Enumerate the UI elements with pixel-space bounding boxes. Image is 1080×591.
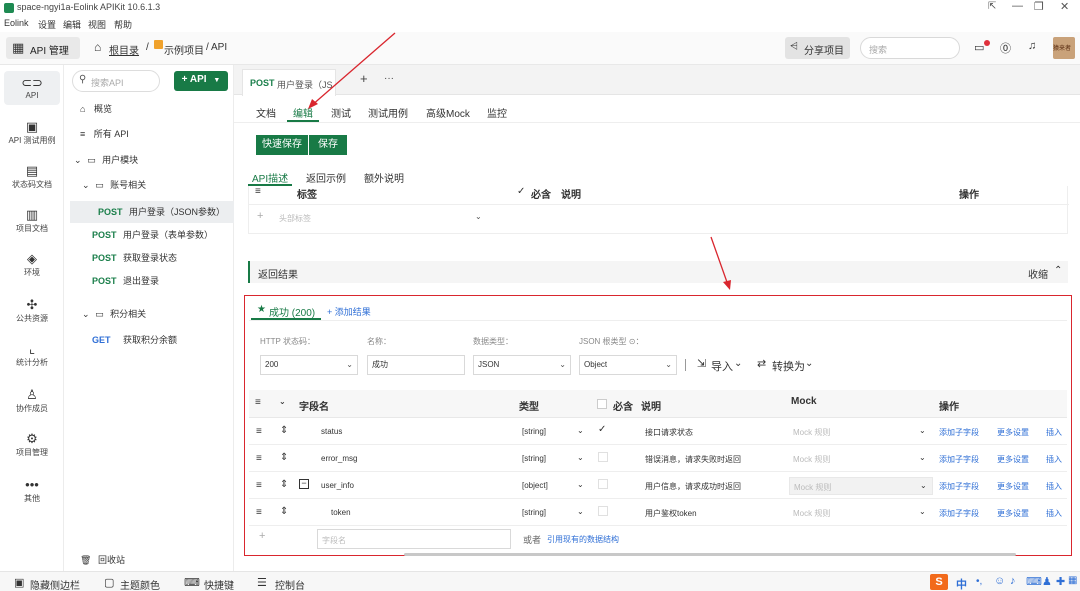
sidebar-toggle-icon[interactable]: ▣ [14, 576, 24, 589]
theme-icon: ▢ [104, 577, 115, 589]
shortcut-button[interactable]: 快捷键 [204, 577, 234, 591]
user-icon[interactable]: ♟ [1042, 575, 1052, 588]
keyboard-icon: ⌨ [184, 577, 200, 589]
ime-punct-icon[interactable]: •, [976, 576, 982, 587]
theme-color-button[interactable]: 主题颜色 [120, 577, 160, 591]
status-bar: ▣ 隐藏侧边栏 ▢ 主题颜色 ⌨ 快捷键 ☰ 控制台 S 中 •, ☺ ♪ ⌨ … [0, 571, 1080, 591]
skin-icon[interactable]: ✚ [1056, 575, 1065, 588]
ime-logo-icon: S [930, 574, 948, 590]
annotation-arrow-response [710, 236, 731, 290]
mic-icon[interactable]: ♪ [1010, 575, 1016, 587]
emoji-icon[interactable]: ☺ [994, 575, 1005, 587]
annotation-arrows [308, 32, 731, 290]
console-button[interactable]: 控制台 [275, 577, 305, 591]
annotation-arrow-edit [308, 32, 396, 109]
hide-sidebar-button[interactable]: 隐藏侧边栏 [30, 577, 80, 591]
app-window: space-ngyi1a-Eolink APIKit 10.6.1.3 ⇱ — … [0, 0, 1080, 591]
console-icon: ☰ [257, 577, 267, 589]
ime-language[interactable]: 中 [956, 576, 967, 591]
grid-icon[interactable]: ▦ [1068, 575, 1077, 586]
keyboard-icon[interactable]: ⌨ [1026, 575, 1042, 588]
